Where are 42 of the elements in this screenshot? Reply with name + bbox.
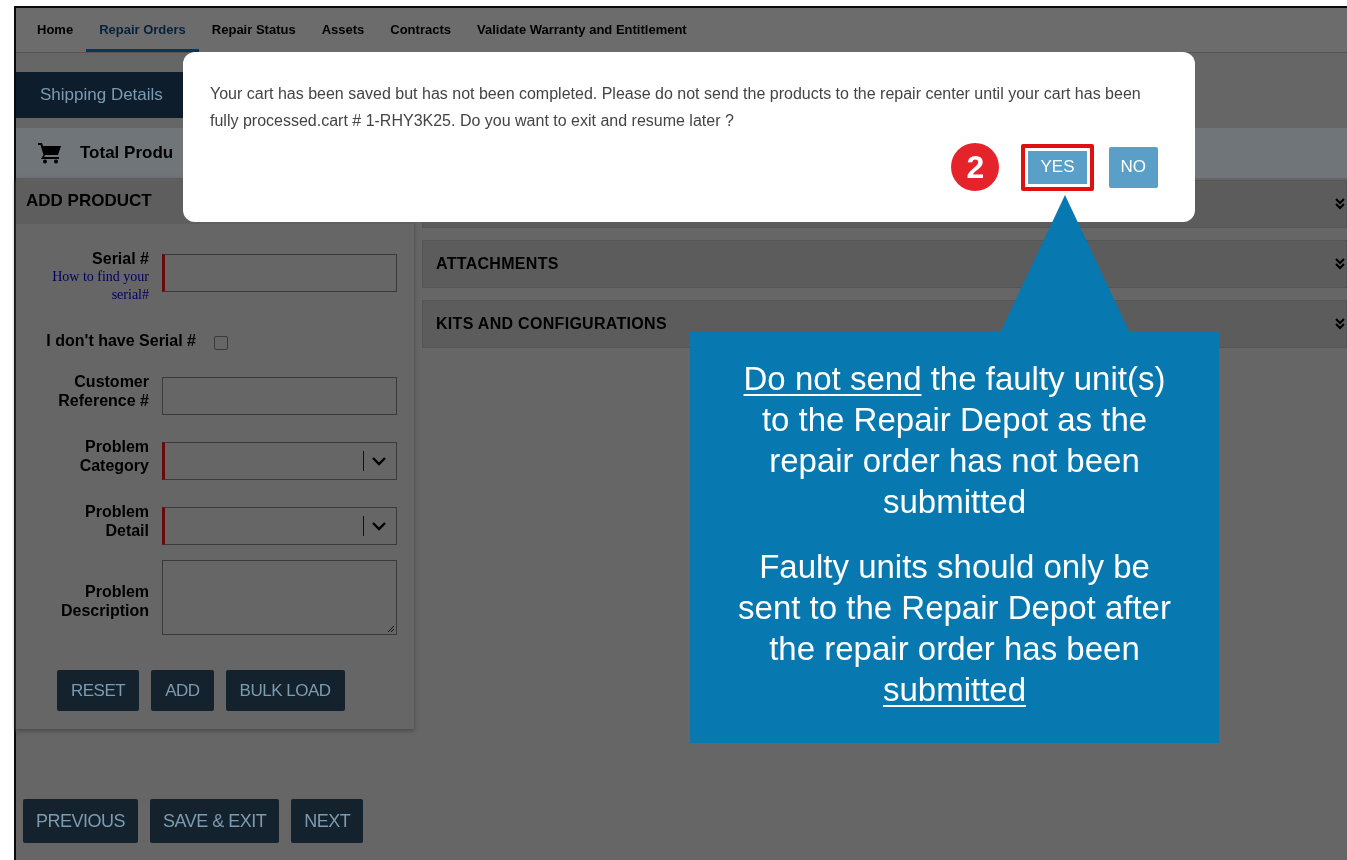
step-badge: 2 — [951, 143, 1000, 191]
callout-text: Do not send the faulty unit(s) to the Repair Depot as the repair order has not been submitted — [742, 359, 1167, 522]
chevron-down-icon — [363, 516, 386, 536]
form-button[interactable]: BULK LOAD — [225, 670, 345, 711]
nav-button[interactable]: SAVE & EXIT — [150, 799, 280, 843]
dropdown[interactable] — [162, 507, 397, 545]
field-label: Problem Category — [78, 437, 149, 475]
nav-tab[interactable]: Home — [24, 8, 87, 52]
field-label: Problem Detail — [84, 502, 149, 540]
field-label: Customer Reference # — [57, 372, 149, 410]
checkbox[interactable] — [214, 336, 228, 350]
resize-grip-icon — [387, 625, 395, 633]
form-button[interactable]: ADD — [151, 670, 214, 711]
section-title: KITS AND CONFIGURATIONS — [436, 315, 667, 333]
nav-tab[interactable]: Repair Status — [198, 8, 309, 52]
dialog-button[interactable]: NO — [1108, 146, 1158, 188]
accordion-bar[interactable]: ATTACHMENTS — [422, 240, 1347, 288]
field-label: Serial # — [92, 249, 149, 268]
nav-tab[interactable]: Assets — [308, 8, 378, 52]
section-title: ATTACHMENTS — [436, 255, 559, 273]
nav-button[interactable]: PREVIOUS — [23, 799, 139, 843]
input-field[interactable] — [162, 377, 397, 415]
dialog-message: Your cart has been saved but has not been completed. Please do not send the products to the repair center until your cart has been fully processed.cart # 1-RHY3K25. Do you want to exit and resume later ? — [210, 84, 1142, 131]
nav-tab[interactable]: Repair Orders — [86, 8, 199, 52]
chevron-down-icon — [363, 451, 386, 471]
input-field[interactable] — [162, 254, 397, 292]
help-link[interactable]: How to find your serial# — [19, 268, 149, 304]
dropdown[interactable] — [162, 442, 397, 480]
text-area[interactable] — [162, 560, 397, 635]
summary-label: Total Produ — [80, 143, 174, 163]
nav-tab[interactable]: Validate Warranty and Entitlement — [463, 8, 700, 52]
field-label: I don't have Serial # — [46, 331, 196, 350]
nav-button[interactable]: NEXT — [291, 799, 364, 843]
form-button[interactable]: RESET — [57, 670, 140, 711]
field-label: Problem Description — [60, 582, 149, 620]
double-chevron-icon — [1334, 318, 1346, 330]
cart-icon — [38, 142, 62, 164]
double-chevron-icon — [1334, 258, 1346, 270]
nav-tab[interactable]: Contracts — [377, 8, 464, 52]
callout-text: Faulty units should only be sent to the Repair Depot after the repair order has been submitted — [737, 547, 1172, 710]
double-chevron-icon — [1334, 198, 1346, 210]
dialog-button[interactable]: YES — [1021, 143, 1094, 191]
